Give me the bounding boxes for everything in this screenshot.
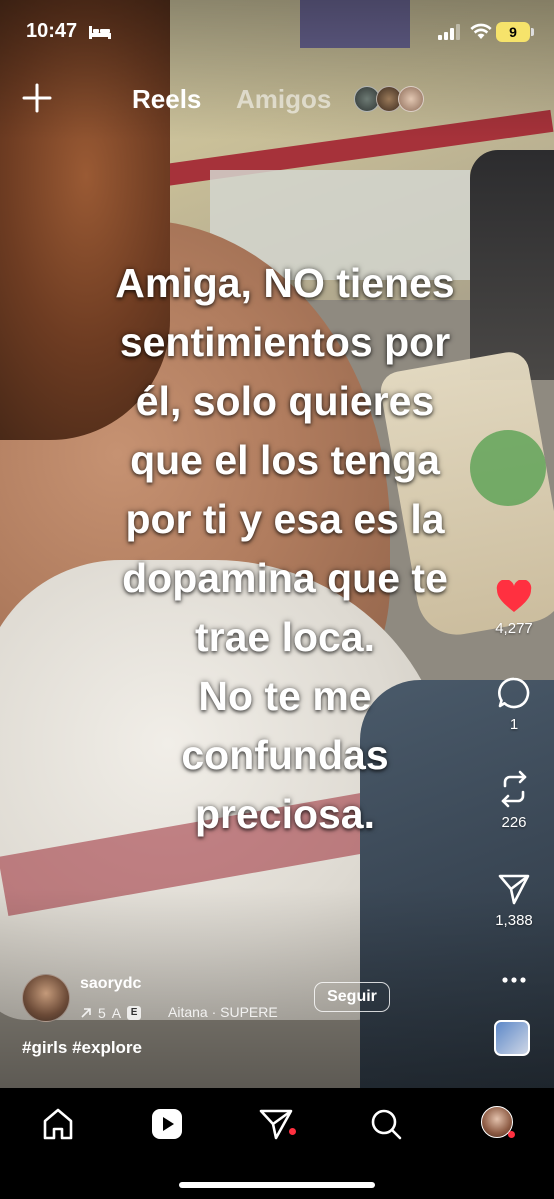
caption-line: Amiga, NO tienes — [115, 260, 455, 306]
comment-button[interactable]: 1 — [484, 676, 544, 733]
reels-icon[interactable] — [147, 1104, 187, 1144]
comment-icon — [498, 677, 530, 709]
tab-amigos[interactable]: Amigos — [236, 84, 331, 115]
battery-indicator: 9 — [496, 22, 530, 42]
cellular-signal-icon — [438, 24, 460, 40]
caption-line: que el los tenga — [130, 437, 440, 483]
messages-icon[interactable] — [256, 1104, 296, 1144]
caption-line: No te me — [198, 673, 372, 719]
battery-tip — [531, 28, 534, 36]
author-meta-row: 5 A E — [80, 1004, 142, 1022]
status-time: 10:47 — [26, 20, 78, 42]
like-count: 4,277 — [495, 620, 533, 637]
share-count: 1,388 — [495, 912, 533, 929]
comment-count: 1 — [509, 716, 519, 733]
messages-notification-dot — [289, 1128, 296, 1135]
more-icon[interactable] — [500, 970, 528, 990]
repost-count-small: 5 — [98, 1005, 106, 1021]
author-username[interactable]: saorydc — [80, 975, 141, 993]
send-icon — [498, 874, 530, 905]
caption-line: confundas — [181, 732, 389, 778]
explicit-badge: E — [127, 1006, 142, 1020]
home-icon[interactable] — [38, 1104, 78, 1144]
reel-caption-overlay: Amiga, NO tienes sentimientos por él, so… — [40, 254, 530, 844]
caption-line: él, solo quieres — [135, 378, 435, 424]
share-button[interactable]: 1,388 — [484, 872, 544, 929]
caption-line: dopamina que te — [122, 555, 448, 601]
profile-notification-dot — [508, 1131, 515, 1138]
heart-icon — [496, 580, 532, 612]
bed-icon — [89, 26, 111, 39]
repost-count: 226 — [501, 814, 527, 831]
like-button[interactable]: 4,277 — [484, 580, 544, 637]
tab-reels[interactable]: Reels — [132, 84, 201, 115]
caption-line: preciosa. — [194, 791, 376, 837]
repost-icon — [501, 770, 527, 808]
search-icon[interactable] — [366, 1104, 406, 1144]
collab-letter: A — [111, 1005, 122, 1021]
audio-track-label[interactable]: Aitana · SUPERE — [168, 1004, 292, 1020]
follow-button[interactable]: Seguir — [314, 982, 390, 1012]
post-hashtags[interactable]: #girls #explore — [22, 1038, 142, 1058]
home-indicator — [179, 1182, 375, 1188]
friend-avatar — [398, 86, 424, 112]
plus-icon[interactable] — [22, 83, 52, 113]
friend-avatars[interactable] — [354, 86, 426, 112]
caption-line: trae loca. — [194, 614, 376, 660]
audio-thumbnail[interactable] — [494, 1020, 530, 1056]
arrow-up-right-icon — [81, 1008, 91, 1018]
caption-line: sentimientos por — [119, 319, 451, 365]
video-top-gradient — [0, 0, 554, 140]
author-avatar[interactable] — [22, 974, 70, 1022]
wifi-icon — [470, 23, 492, 39]
repost-button[interactable]: 226 — [484, 770, 544, 831]
caption-line: por ti y esa es la — [125, 496, 445, 542]
